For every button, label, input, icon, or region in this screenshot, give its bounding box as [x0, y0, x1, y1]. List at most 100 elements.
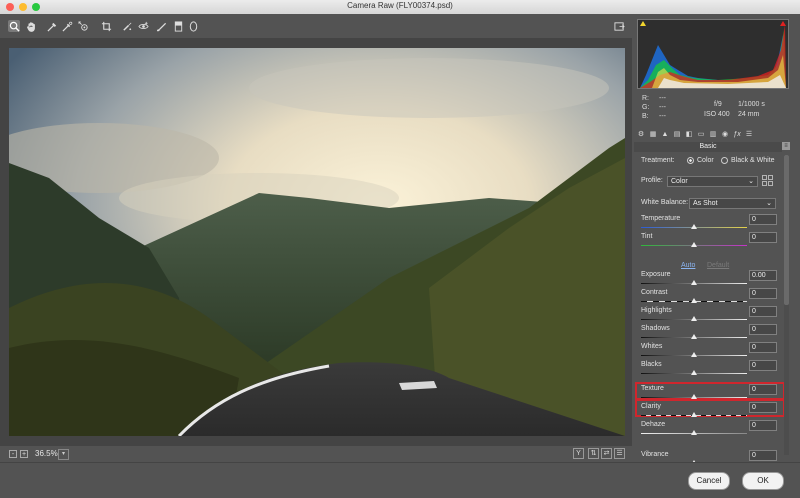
export-icon[interactable]	[613, 20, 625, 32]
blacks-label: Blacks	[641, 361, 662, 368]
presets-tab-icon[interactable]: ☰	[744, 129, 754, 139]
treatment-bw-radio[interactable]	[721, 157, 728, 164]
iso: ISO 400	[704, 111, 730, 118]
whites-slider-thumb[interactable]	[691, 352, 697, 357]
clarity-slider-thumb[interactable]	[691, 412, 697, 417]
calibration-tab-icon[interactable]: ◉	[720, 129, 730, 139]
contrast-slider-thumb[interactable]	[691, 298, 697, 303]
chevron-down-icon: ⌄	[748, 178, 754, 185]
g-value: ---	[659, 104, 666, 111]
basic-tab-icon[interactable]: ⚙	[636, 129, 646, 139]
ok-button[interactable]: OK	[742, 472, 784, 490]
targeted-adjustment-tool-icon[interactable]	[77, 20, 89, 32]
dehaze-value-field[interactable]: 0	[749, 420, 777, 431]
zoom-in-button[interactable]: +	[20, 450, 28, 458]
spot-removal-tool-icon[interactable]	[121, 20, 133, 32]
before-after-view-button[interactable]: Y	[573, 448, 584, 459]
highlights-value-field[interactable]: 0	[749, 306, 777, 317]
exposure-value-field[interactable]: 0.00	[749, 270, 777, 281]
scroll-thumb[interactable]	[784, 155, 789, 305]
texture-label: Texture	[641, 385, 664, 392]
temperature-slider-thumb[interactable]	[691, 224, 697, 229]
shadow-clipping-warning-icon[interactable]	[640, 21, 646, 26]
zoom-level[interactable]: 36.5%	[35, 449, 58, 458]
treatment-label: Treatment:	[641, 157, 675, 164]
title-bar: Camera Raw (FLY00374.psd)	[0, 0, 800, 15]
swap-settings-button[interactable]: ⇅	[588, 448, 599, 459]
contrast-value-field[interactable]: 0	[749, 288, 777, 299]
white-balance-tool-icon[interactable]	[46, 20, 58, 32]
color-sampler-tool-icon[interactable]	[61, 20, 73, 32]
panel-menu-icon[interactable]: ≡	[782, 142, 790, 150]
zoom-dropdown[interactable]: ▾	[58, 449, 69, 460]
tint-value-field[interactable]: 0	[749, 232, 777, 243]
blacks-slider-thumb[interactable]	[691, 370, 697, 375]
shadows-slider-thumb[interactable]	[691, 334, 697, 339]
red-eye-tool-icon[interactable]	[137, 20, 149, 32]
whites-label: Whites	[641, 343, 663, 350]
aperture: f/9	[714, 101, 722, 108]
shadows-label: Shadows	[641, 325, 670, 332]
tone-curve-tab-icon[interactable]: ▦	[648, 129, 658, 139]
profile-dropdown[interactable]: Color ⌄	[667, 176, 758, 187]
tint-label: Tint	[641, 233, 653, 240]
adjustments-panel: R: --- G: --- B: --- f/9 1/1000 s ISO 40…	[632, 14, 800, 462]
crop-tool-icon[interactable]	[100, 20, 112, 32]
radial-filter-icon[interactable]	[187, 20, 199, 32]
zoom-tool-icon[interactable]	[8, 20, 20, 32]
treatment-color-radio[interactable]	[687, 157, 694, 164]
clarity-label: Clarity	[641, 403, 661, 410]
cancel-button[interactable]: Cancel	[688, 472, 730, 490]
exposure-slider-thumb[interactable]	[691, 280, 697, 285]
profile-browser-icon[interactable]	[762, 175, 773, 186]
toggle-settings-button[interactable]: ☰	[614, 448, 625, 459]
blacks-value-field[interactable]: 0	[749, 360, 777, 371]
photo-preview[interactable]	[9, 48, 625, 436]
effects-tab-icon[interactable]: ▥	[708, 129, 718, 139]
lens-corrections-tab-icon[interactable]: ▭	[696, 129, 706, 139]
whites-value-field[interactable]: 0	[749, 342, 777, 353]
chevron-down-icon: ⌄	[766, 200, 772, 207]
graduated-filter-icon[interactable]	[172, 20, 184, 32]
profile-label: Profile:	[641, 177, 663, 184]
r-value: ---	[659, 95, 666, 102]
white-balance-dropdown[interactable]: As Shot ⌄	[689, 198, 776, 209]
fx-tab-icon[interactable]: ƒx	[732, 129, 742, 139]
hsl-tab-icon[interactable]: ▤	[672, 129, 682, 139]
clarity-value-field[interactable]: 0	[749, 402, 777, 413]
vibrance-value-field[interactable]: 0	[749, 450, 777, 461]
section-title: Basic	[634, 142, 782, 152]
vibrance-label: Vibrance	[641, 451, 669, 458]
split-toning-tab-icon[interactable]: ◧	[684, 129, 694, 139]
dehaze-slider-thumb[interactable]	[691, 430, 697, 435]
texture-slider-thumb[interactable]	[691, 394, 697, 399]
hand-tool-icon[interactable]	[25, 20, 37, 32]
g-label: G:	[642, 104, 650, 111]
highlights-label: Highlights	[641, 307, 672, 314]
shadows-value-field[interactable]: 0	[749, 324, 777, 335]
tint-slider-thumb[interactable]	[691, 242, 697, 247]
bottom-bar: Cancel OK	[0, 462, 800, 498]
panel-tabs: ⚙ ▦ ▲ ▤ ◧ ▭ ▥ ◉ ƒx ☰	[634, 129, 798, 141]
panel-scrollbar[interactable]	[784, 155, 789, 455]
texture-value-field[interactable]: 0	[749, 384, 777, 395]
toolbar	[0, 14, 632, 38]
highlight-clipping-warning-icon[interactable]	[780, 21, 786, 26]
b-label: B:	[642, 113, 649, 120]
contrast-label: Contrast	[641, 289, 668, 296]
copy-settings-button[interactable]: ⇄	[601, 448, 612, 459]
zoom-out-button[interactable]: -	[9, 450, 17, 458]
temperature-label: Temperature	[641, 215, 681, 222]
profile-value: Color	[671, 178, 688, 185]
auto-link[interactable]: Auto	[681, 262, 695, 269]
shutter-speed: 1/1000 s	[738, 101, 765, 108]
image-canvas[interactable]	[0, 38, 632, 446]
highlights-slider-thumb[interactable]	[691, 316, 697, 321]
default-link[interactable]: Default	[707, 262, 729, 269]
r-label: R:	[642, 95, 649, 102]
treatment-color-label: Color	[697, 157, 714, 164]
exposure-label: Exposure	[641, 271, 671, 278]
detail-tab-icon[interactable]: ▲	[660, 129, 670, 139]
temperature-value-field[interactable]: 0	[749, 214, 777, 225]
adjustment-brush-icon[interactable]	[155, 20, 167, 32]
